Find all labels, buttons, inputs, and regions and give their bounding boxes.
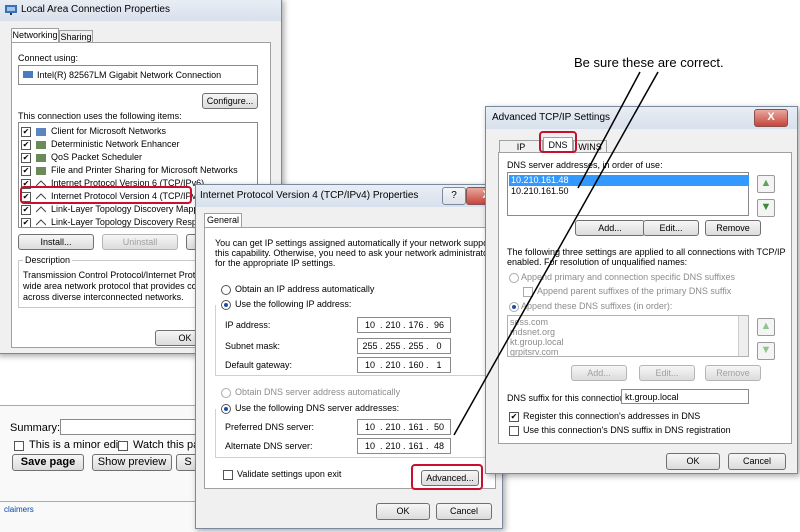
annotation-lines xyxy=(453,71,659,436)
annotation-line-to-dns-list xyxy=(577,71,641,189)
annotation-line-to-dns-fields xyxy=(453,71,659,436)
